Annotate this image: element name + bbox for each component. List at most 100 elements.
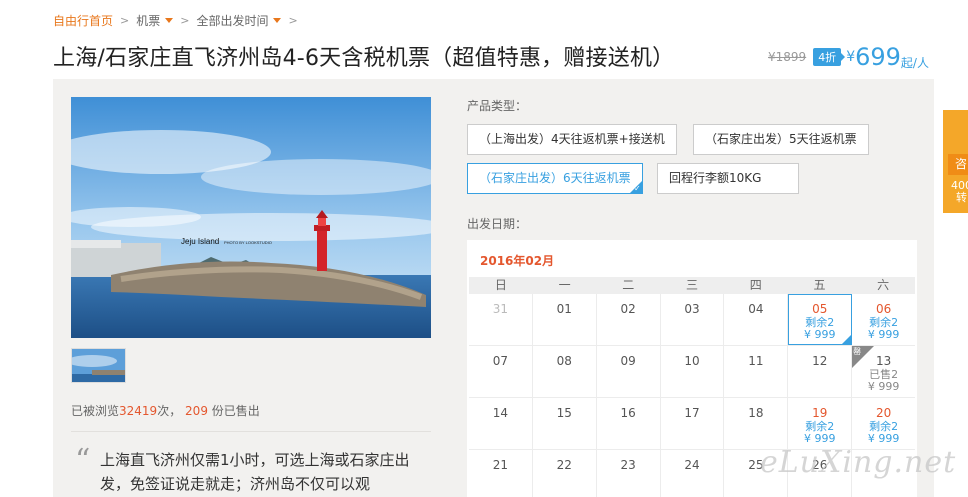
quote-icon: “ — [75, 443, 91, 478]
calendar-day: 07 — [469, 346, 533, 397]
currency-symbol: ¥ — [846, 49, 856, 65]
calendar-day: 18 — [724, 398, 789, 449]
calendar-day: 16 — [597, 398, 661, 449]
weekday-sat: 六 — [877, 278, 890, 292]
day-price: ¥ 999 — [867, 328, 900, 341]
product-option-baggage-10kg[interactable]: 回程行李额10KG — [657, 163, 799, 194]
calendar-day-soldout: 罄 13 已售2 ¥ 999 — [852, 346, 915, 397]
product-option-label: （上海出发）4天往返机票+接送机 — [479, 132, 665, 146]
day-number: 01 — [556, 302, 572, 316]
product-panel: Jeju Island PHOTO BY LOOKSTUDIO 已被浏览3241… — [53, 79, 934, 497]
consult-label: 咨 — [948, 154, 968, 175]
day-number: 15 — [556, 406, 572, 420]
calendar-day: 03 — [661, 294, 725, 345]
day-number: 14 — [492, 406, 509, 420]
calendar-day: 14 — [469, 398, 533, 449]
calendar-day: 08 — [533, 346, 597, 397]
calendar-week: 31 01 02 03 04 05 剩余2 ¥ 999 06 剩余2 ¥ 999 — [469, 294, 915, 346]
calendar-day: 10 — [661, 346, 725, 397]
weekday-tue: 二 — [622, 278, 635, 292]
calendar-day-available[interactable]: 19 剩余2 ¥ 999 — [788, 398, 853, 449]
breadcrumb-category-dropdown[interactable]: 机票 — [136, 12, 174, 29]
day-number: 08 — [556, 354, 572, 368]
chevron-right-icon: > — [180, 14, 190, 27]
day-number: 12 — [812, 354, 828, 368]
caret-down-icon — [273, 18, 282, 23]
weekday-sun: 日 — [494, 278, 507, 292]
day-number: 22 — [556, 458, 572, 472]
calendar-day: 21 — [469, 450, 533, 497]
day-number: 07 — [492, 354, 509, 368]
breadcrumb-date-label: 全部出发时间 — [196, 14, 269, 28]
calendar-day: 15 — [533, 398, 597, 449]
calendar-day: 09 — [597, 346, 661, 397]
day-number: 10 — [684, 354, 700, 368]
calendar-day: 17 — [661, 398, 725, 449]
calendar-day: 23 — [597, 450, 661, 497]
current-price: 699 — [855, 43, 901, 71]
day-number: 17 — [684, 406, 700, 420]
calendar-month: 2016年02月 — [480, 254, 555, 268]
consult-side-tab[interactable]: 咨 400 转 — [943, 110, 968, 213]
chevron-right-icon: > — [120, 14, 130, 27]
day-number: 24 — [684, 458, 700, 472]
page-title: 上海/石家庄直飞济州岛4-6天含税机票（超值特惠，赠接送机） — [53, 46, 675, 71]
view-sales-stats: 已被浏览32419次， 209 份已售出 — [71, 402, 260, 419]
consult-phone: 400 转 — [951, 179, 968, 204]
day-number: 05 — [812, 302, 828, 316]
calendar-week: 07 08 09 10 11 12 罄 13 已售2 ¥ 999 — [469, 346, 915, 398]
view-count: 32419 — [119, 404, 158, 418]
day-number: 19 — [812, 406, 828, 420]
day-number: 31 — [492, 302, 509, 316]
product-option-label: 回程行李额10KG — [669, 171, 762, 185]
product-option-shanghai-4day[interactable]: （上海出发）4天往返机票+接送机 — [467, 124, 677, 155]
day-number: 03 — [684, 302, 700, 316]
day-price: ¥ 999 — [867, 432, 900, 445]
day-number: 09 — [620, 354, 636, 368]
calendar-day: 22 — [533, 450, 597, 497]
calendar-day-available[interactable]: 20 剩余2 ¥ 999 — [852, 398, 915, 449]
soldout-badge: 罄 — [853, 347, 862, 356]
sold-count: 209 — [185, 404, 208, 418]
caret-down-icon — [165, 18, 174, 23]
day-price: ¥ 999 — [867, 380, 900, 393]
product-option-shijiazhuang-6day[interactable]: （石家庄出发）6天往返机票 ✓ — [467, 163, 643, 194]
breadcrumb-date-dropdown[interactable]: 全部出发时间 — [196, 12, 282, 29]
selected-corner-icon — [841, 335, 852, 345]
photo-thumbnail[interactable] — [67, 348, 126, 383]
discount-badge: 4折 — [813, 48, 846, 66]
chevron-right-icon: > — [288, 14, 298, 27]
calendar-day: 02 — [597, 294, 661, 345]
views-mid: 次， — [157, 404, 182, 418]
product-option-shijiazhuang-5day[interactable]: （石家庄出发）5天往返机票 — [693, 124, 869, 155]
divider — [71, 431, 431, 432]
calendar-day-selected[interactable]: 05 剩余2 ¥ 999 — [788, 294, 853, 345]
photo-credit: PHOTO BY LOOKSTUDIO — [224, 240, 272, 245]
price-unit: 起/人 — [900, 56, 929, 70]
weekday-thu: 四 — [749, 278, 762, 292]
original-price: ¥1899 — [768, 50, 807, 64]
breadcrumb: 自由行首页 > 机票 > 全部出发时间 > — [53, 12, 305, 29]
product-photo[interactable]: Jeju Island PHOTO BY LOOKSTUDIO — [71, 97, 431, 338]
calendar-day: 24 — [661, 450, 725, 497]
calendar-day: 11 — [724, 346, 789, 397]
sold-suffix: 份已售出 — [211, 404, 260, 418]
price-block: ¥1899 4折 ¥699起/人 — [768, 43, 929, 71]
breadcrumb-home-link[interactable]: 自由行首页 — [53, 12, 113, 29]
product-type-label: 产品类型： — [467, 99, 528, 113]
day-number: 13 — [875, 354, 892, 368]
day-number: 16 — [620, 406, 636, 420]
calendar-day-available[interactable]: 06 剩余2 ¥ 999 — [852, 294, 915, 345]
calendar-day: 31 — [469, 294, 533, 345]
product-description: 上海直飞济州仅需1小时，可选上海或石家庄出发，免签证说走就走；济州岛不仅可以观 — [100, 451, 410, 493]
product-option-label: （石家庄出发）6天往返机票 — [479, 171, 631, 185]
day-number: 11 — [748, 354, 764, 368]
calendar-week: 14 15 16 17 18 19 剩余2 ¥ 999 20 剩余2 ¥ 999 — [469, 398, 915, 450]
weekday-fri: 五 — [813, 278, 826, 292]
breadcrumb-category-label: 机票 — [136, 14, 161, 28]
views-prefix: 已被浏览 — [71, 404, 120, 418]
watermark: eLuXing.net — [760, 445, 957, 480]
day-number: 21 — [492, 458, 509, 472]
day-number: 02 — [620, 302, 636, 316]
calendar-weekday-header: 日 一 二 三 四 五 六 — [469, 277, 915, 294]
